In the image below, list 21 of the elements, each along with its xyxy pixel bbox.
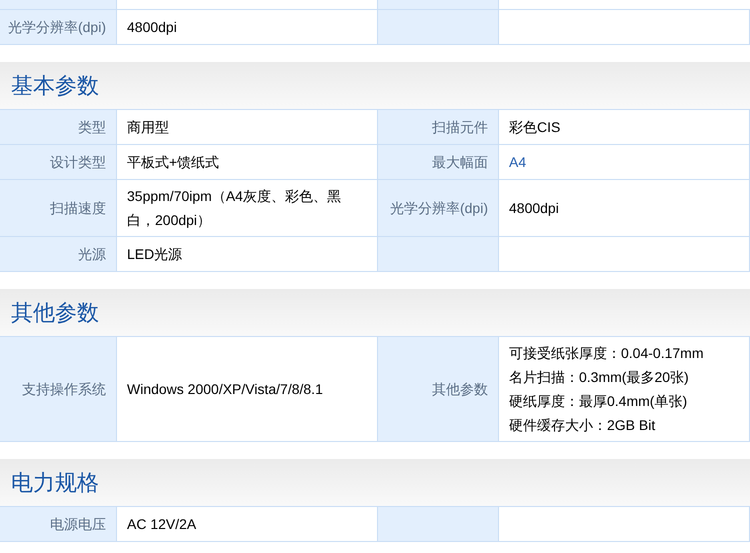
spec-line: 硬纸厚度：最厚0.4mm(单张): [509, 392, 688, 411]
label-cell: 类型: [0, 110, 117, 144]
spec-link[interactable]: A4: [509, 150, 526, 174]
label-cell: 最大幅面: [378, 145, 499, 179]
label-cell: 其他参数: [378, 337, 499, 441]
value-cell: 4800dpi: [499, 180, 750, 236]
label-cell: 光学分辨率(dpi): [378, 180, 499, 236]
section-title: 基本参数: [11, 72, 99, 100]
label-cell: 扫描速度: [0, 180, 117, 236]
label-cell: 设计类型: [0, 145, 117, 179]
value-cell: 彩色CIS: [499, 110, 750, 144]
spec-line: 硬件缓存大小：2GB Bit: [509, 416, 656, 435]
label-cell: 光源: [0, 237, 117, 271]
label-cell: 光学分辨率(dpi): [0, 10, 117, 44]
spec-line: 可接受纸张厚度：0.04-0.17mm: [509, 344, 704, 363]
section-title: 其他参数: [11, 299, 99, 327]
label-cell: 扫描元件: [378, 110, 499, 144]
spec-line: 名片扫描：0.3mm(最多20张): [509, 368, 690, 387]
label-cell: 电源电压: [0, 507, 117, 541]
label-cell: 支持操作系统: [0, 337, 117, 441]
section-title: 电力规格: [11, 469, 99, 497]
